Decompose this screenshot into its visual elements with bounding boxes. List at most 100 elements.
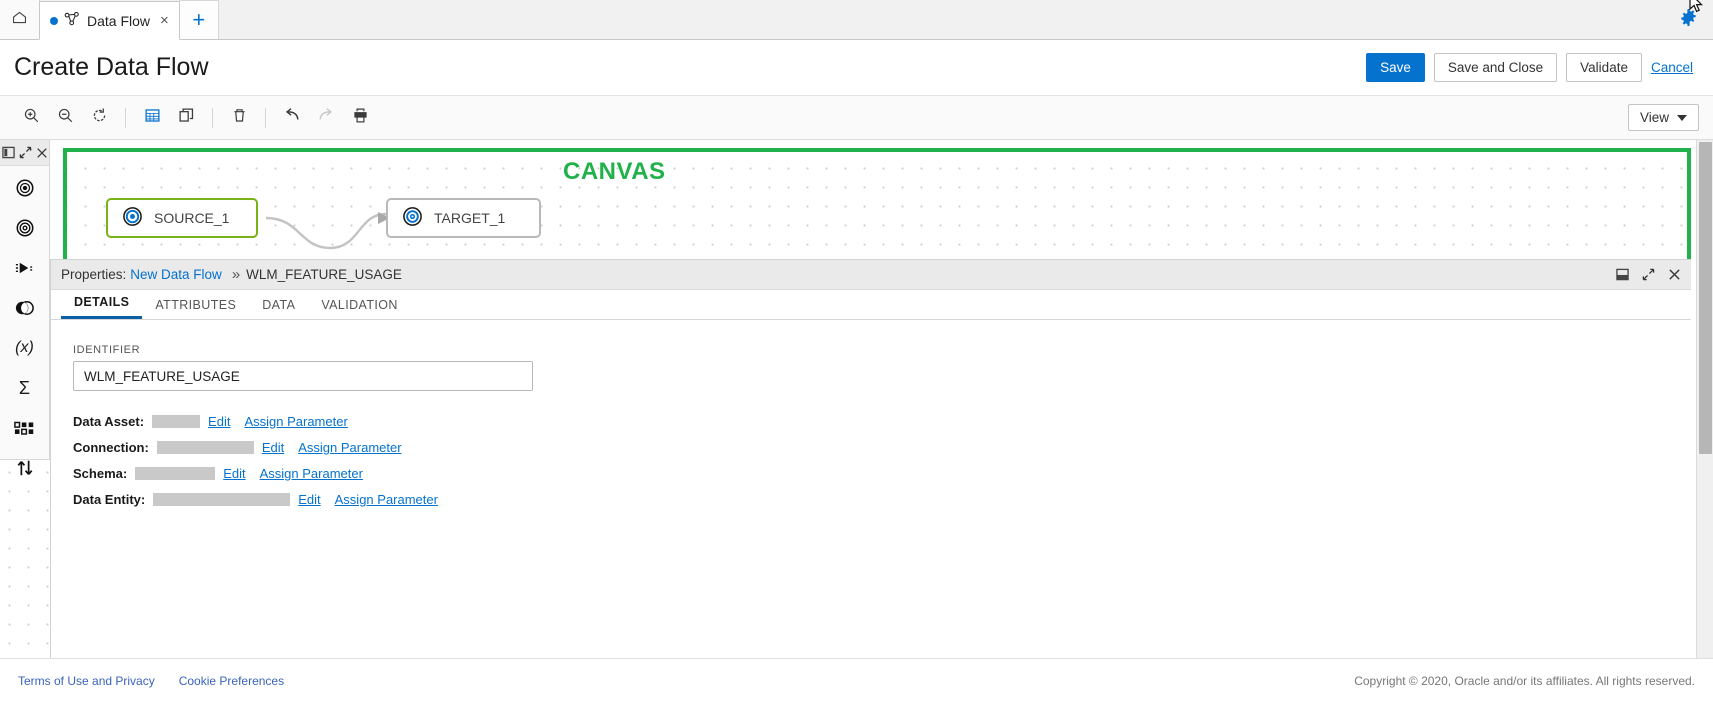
view-dropdown[interactable]: View (1627, 104, 1699, 131)
canvas-node-label: SOURCE_1 (154, 210, 230, 226)
identifier-label: IDENTIFIER (73, 344, 141, 356)
grid-button[interactable] (135, 103, 169, 133)
terms-link[interactable]: Terms of Use and Privacy (18, 674, 155, 688)
canvas-node-label: TARGET_1 (434, 210, 506, 226)
browser-tab-strip: Data Flow × + (0, 0, 1713, 40)
new-tab-button[interactable]: + (178, 0, 219, 39)
canvas-toolbar: View (0, 96, 1713, 140)
edit-link[interactable]: Edit (262, 440, 284, 455)
home-icon (11, 9, 28, 31)
target-operator-icon (402, 206, 423, 230)
delete-icon (231, 107, 248, 129)
properties-title-prefix: Properties: (61, 267, 127, 282)
canvas-node-source[interactable]: SOURCE_1 (106, 198, 258, 238)
canvas-node-target[interactable]: TARGET_1 (386, 198, 541, 238)
reset-zoom-button[interactable] (82, 103, 116, 133)
palette-item-filter[interactable] (9, 256, 41, 280)
cookie-preferences-link[interactable]: Cookie Preferences (179, 674, 284, 688)
edit-link[interactable]: Edit (223, 466, 245, 481)
assign-parameter-link[interactable]: Assign Parameter (298, 440, 401, 455)
home-tab[interactable] (0, 0, 40, 39)
tab-attributes[interactable]: ATTRIBUTES (142, 298, 249, 319)
palette-item-aggregate[interactable]: Σ (9, 376, 41, 400)
property-row-schema: Schema: Edit Assign Parameter (73, 463, 1691, 484)
reset-zoom-icon (91, 107, 108, 129)
expand-icon[interactable] (1642, 268, 1655, 281)
page-footer: Terms of Use and Privacy Cookie Preferen… (0, 658, 1713, 703)
breadcrumb-current: WLM_FEATURE_USAGE (246, 267, 402, 282)
header-actions: Save Save and Close Validate Cancel (1366, 53, 1693, 82)
restore-icon[interactable] (1616, 268, 1629, 281)
tab-validation[interactable]: VALIDATION (308, 298, 410, 319)
palette-item-source[interactable] (9, 176, 41, 200)
properties-panel: Properties: New Data Flow » WLM_FEATURE_… (50, 259, 1691, 658)
duplicate-button[interactable] (169, 103, 203, 133)
property-rows: Data Asset: Edit Assign Parameter Connec… (73, 411, 1691, 510)
vertical-scrollbar[interactable] (1696, 140, 1713, 658)
save-and-close-button[interactable]: Save and Close (1433, 53, 1558, 82)
property-key: Schema: (73, 466, 128, 481)
property-key: Connection: (73, 440, 149, 455)
properties-panel-body: IDENTIFIER Data Asset: Edit Assign Param… (51, 320, 1691, 658)
property-row-data-asset: Data Asset: Edit Assign Parameter (73, 411, 1691, 432)
data-flow-icon (64, 11, 81, 29)
unsaved-dot-icon (50, 16, 58, 25)
scrollbar-thumb[interactable] (1699, 142, 1712, 454)
properties-panel-controls (1616, 268, 1681, 281)
work-area: CANVAS SOURCE_1 TARGET_1 (x) Σ Propertie… (0, 140, 1713, 658)
expand-icon[interactable] (19, 146, 32, 159)
panel-toggle-icon[interactable] (1, 146, 15, 159)
properties-panel-header: Properties: New Data Flow » WLM_FEATURE_… (51, 260, 1691, 290)
close-icon[interactable] (36, 147, 48, 159)
toolbar-divider (265, 107, 266, 128)
edit-link[interactable]: Edit (298, 492, 320, 507)
print-button[interactable] (343, 103, 377, 133)
close-icon[interactable] (1668, 268, 1681, 281)
edit-link[interactable]: Edit (208, 414, 230, 429)
breadcrumb-link-data-flow[interactable]: New Data Flow (130, 267, 222, 282)
close-icon[interactable]: × (160, 13, 169, 28)
undo-icon (283, 106, 301, 129)
page-header: Create Data Flow Save Save and Close Val… (0, 40, 1713, 96)
toolbar-divider (125, 107, 126, 128)
breadcrumb-separator-icon: » (231, 266, 241, 283)
tab-data-flow[interactable]: Data Flow × (39, 1, 180, 40)
redo-button[interactable] (309, 103, 343, 133)
validate-button[interactable]: Validate (1566, 53, 1642, 82)
operator-palette-header (0, 140, 49, 166)
zoom-in-icon (23, 107, 40, 129)
zoom-out-button[interactable] (48, 103, 82, 133)
assign-parameter-link[interactable]: Assign Parameter (260, 466, 363, 481)
zoom-in-button[interactable] (14, 103, 48, 133)
property-key: Data Asset: (73, 414, 145, 429)
save-button[interactable]: Save (1366, 53, 1425, 82)
redacted-value (135, 467, 216, 480)
grid-icon (144, 107, 161, 129)
palette-item-distinct[interactable] (9, 416, 41, 440)
view-dropdown-label: View (1639, 110, 1669, 125)
mouse-cursor-icon (1688, 0, 1704, 19)
palette-item-join[interactable] (9, 296, 41, 320)
delete-button[interactable] (222, 103, 256, 133)
tab-label: Data Flow (87, 12, 151, 29)
redo-icon (317, 106, 335, 129)
print-icon (352, 107, 369, 129)
palette-item-sort[interactable] (9, 456, 41, 480)
chevron-down-icon (1677, 114, 1687, 121)
redacted-value (156, 441, 254, 454)
page-title: Create Data Flow (14, 53, 209, 81)
redacted-value (153, 493, 291, 506)
redacted-value (152, 415, 201, 428)
property-row-connection: Connection: Edit Assign Parameter (73, 437, 1691, 458)
assign-parameter-link[interactable]: Assign Parameter (244, 414, 347, 429)
tab-data[interactable]: DATA (249, 298, 308, 319)
identifier-input[interactable] (73, 361, 533, 391)
tab-details[interactable]: DETAILS (61, 295, 143, 319)
palette-item-expression[interactable]: (x) (9, 336, 41, 360)
operator-palette: (x) Σ (0, 140, 50, 476)
toolbar-divider (212, 107, 213, 128)
cancel-link[interactable]: Cancel (1651, 60, 1693, 75)
palette-item-target[interactable] (9, 216, 41, 240)
assign-parameter-link[interactable]: Assign Parameter (335, 492, 438, 507)
undo-button[interactable] (275, 103, 309, 133)
